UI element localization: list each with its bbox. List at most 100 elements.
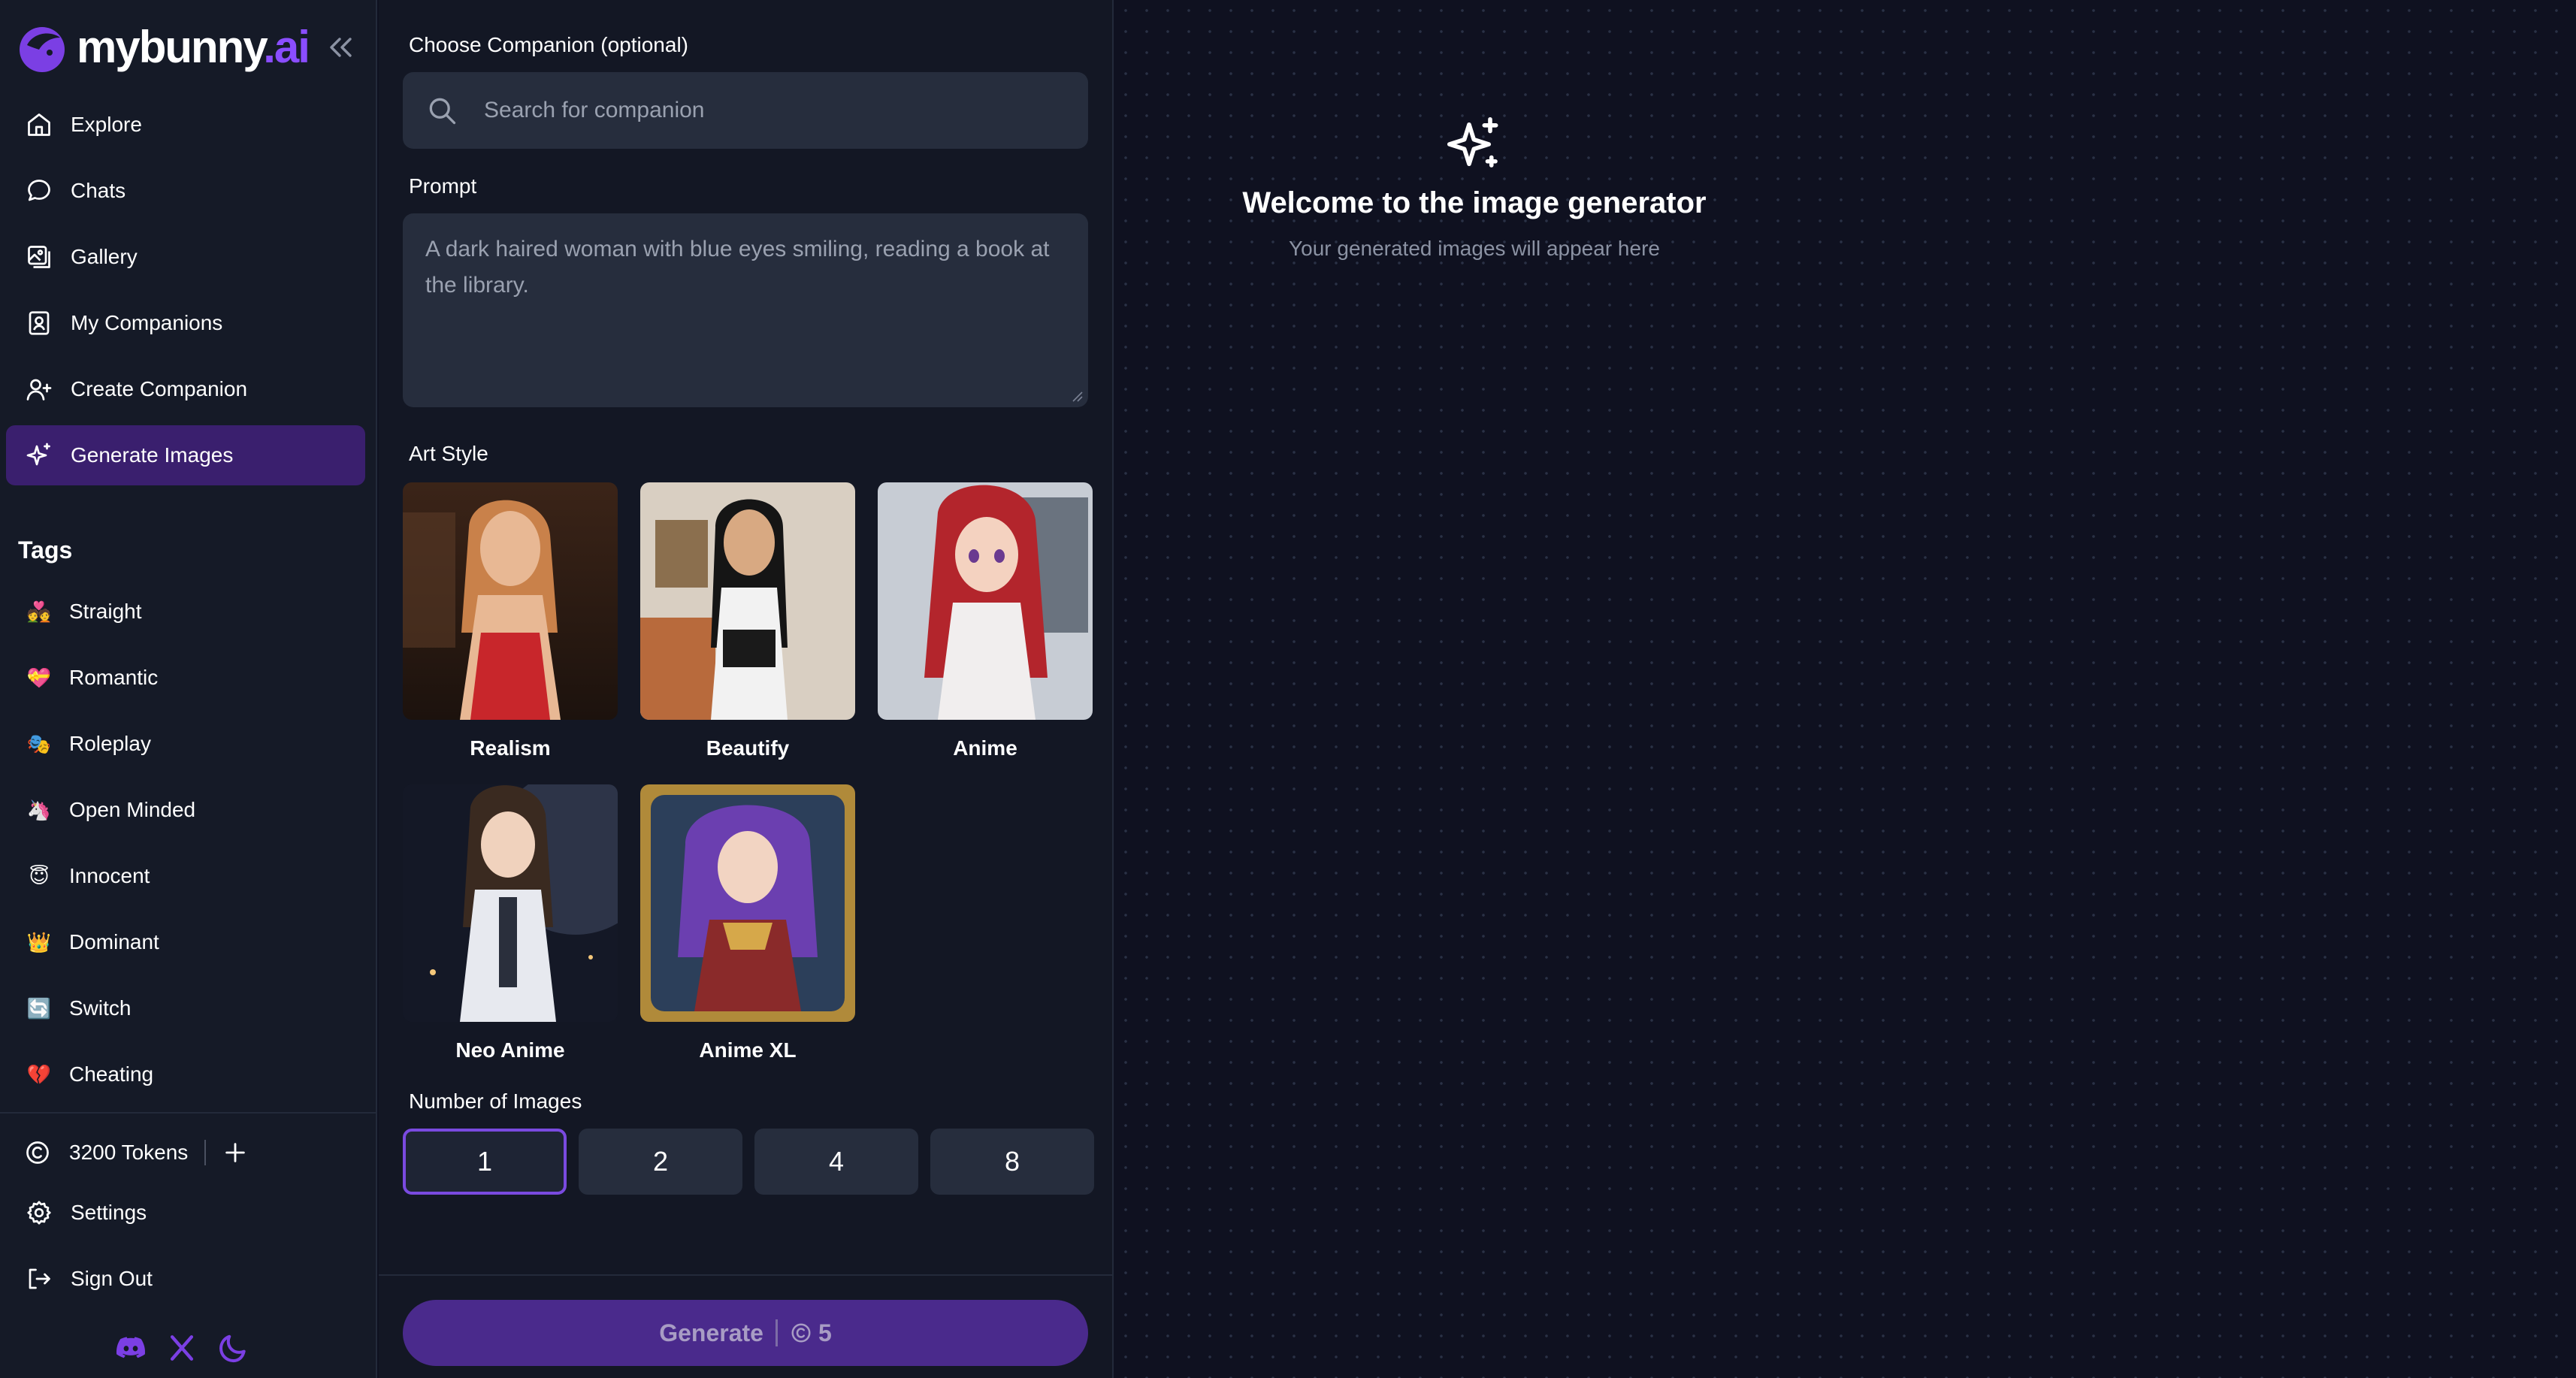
- style-thumbnail: [403, 482, 618, 720]
- sidebar: mybunny.ai Explore Chats Gallery My Comp…: [0, 0, 377, 1378]
- tag-list: 💑 Straight 💝 Romantic 🎭 Roleplay 🦄 Open …: [6, 582, 365, 1111]
- nav-label: My Companions: [71, 311, 223, 334]
- generate-separator: [775, 1319, 778, 1346]
- gear-icon: [27, 1201, 51, 1225]
- tag-label: Switch: [69, 996, 132, 1020]
- tag-label: Innocent: [69, 864, 150, 887]
- tokens-separator: [204, 1140, 207, 1165]
- nav-item-generate-images[interactable]: Generate Images: [6, 425, 365, 485]
- style-thumbnail: [878, 482, 1093, 720]
- tag-item-romantic[interactable]: 💝 Romantic: [6, 648, 365, 708]
- style-thumbnail: [403, 784, 618, 1022]
- coin-icon: [791, 1323, 811, 1343]
- main-nav: Explore Chats Gallery My Companions Crea…: [6, 95, 365, 491]
- nav-label: Create Companion: [71, 377, 248, 400]
- generate-label: Generate: [659, 1319, 763, 1346]
- tag-label: Straight: [69, 600, 142, 623]
- brand-wordmark: mybunny.ai: [77, 21, 310, 74]
- anime-xl-portrait-image: [640, 784, 855, 1022]
- style-card-anime[interactable]: Anime: [878, 482, 1093, 760]
- style-name: Anime: [953, 736, 1017, 760]
- style-name: Realism: [470, 736, 551, 760]
- brand-tld: .ai: [263, 22, 310, 72]
- neo-anime-portrait-image: [403, 784, 618, 1022]
- nav-item-gallery[interactable]: Gallery: [6, 227, 365, 287]
- nav-label: Generate Images: [71, 443, 234, 467]
- theater-masks-emoji-icon: 🎭: [26, 732, 52, 755]
- style-card-beautify[interactable]: Beautify: [640, 482, 855, 760]
- image-generator-form: Choose Companion (optional) Prompt A dar…: [379, 0, 1114, 1378]
- tag-label: Open Minded: [69, 798, 196, 821]
- tag-item-cheating[interactable]: 💔 Cheating: [6, 1044, 365, 1105]
- social-links: [114, 1331, 249, 1364]
- companion-label: Choose Companion (optional): [409, 33, 688, 56]
- sparkles-icon: [1447, 116, 1498, 168]
- prompt-textarea[interactable]: A dark haired woman with blue eyes smili…: [403, 213, 1088, 407]
- tag-item-roleplay[interactable]: 🎭 Roleplay: [6, 714, 365, 774]
- beautify-portrait-image: [640, 482, 855, 720]
- style-card-realism[interactable]: Realism: [403, 482, 618, 760]
- nav-label: Settings: [71, 1201, 147, 1224]
- brand-name: mybunny: [77, 22, 265, 72]
- sparkles-icon: [26, 443, 50, 466]
- tag-label: Cheating: [69, 1062, 154, 1086]
- generate-cost: 5: [818, 1319, 832, 1346]
- nav-item-sign-out[interactable]: Sign Out: [6, 1249, 365, 1309]
- dark-mode-moon-icon[interactable]: [216, 1331, 249, 1364]
- count-option-8[interactable]: 8: [930, 1129, 1094, 1195]
- sign-out-icon: [29, 1268, 50, 1289]
- cycle-arrows-emoji-icon: 🔄: [26, 996, 52, 1020]
- tag-item-switch[interactable]: 🔄 Switch: [6, 978, 365, 1038]
- resize-grip-icon[interactable]: [1070, 389, 1084, 403]
- companion-card-icon: [29, 311, 50, 335]
- style-name: Neo Anime: [455, 1038, 565, 1062]
- image-count-selector: 1 2 4 8: [403, 1129, 1094, 1195]
- bunny-logo-icon: [20, 27, 65, 72]
- tag-item-straight[interactable]: 💑 Straight: [6, 582, 365, 642]
- search-icon: [429, 98, 456, 125]
- prompt-placeholder: A dark haired woman with blue eyes smili…: [425, 237, 1050, 298]
- style-name: Beautify: [706, 736, 790, 760]
- style-thumbnail: [640, 784, 855, 1022]
- x-twitter-icon[interactable]: [165, 1331, 198, 1364]
- nav-item-settings[interactable]: Settings: [6, 1183, 365, 1243]
- tag-label: Romantic: [69, 666, 159, 689]
- tag-label: Dominant: [69, 930, 159, 953]
- logo[interactable]: mybunny.ai: [17, 21, 362, 74]
- style-name: Anime XL: [699, 1038, 797, 1062]
- collapse-sidebar-icon[interactable]: [323, 30, 358, 65]
- tags-heading: Tags: [18, 536, 73, 564]
- tag-item-innocent[interactable]: 😇 Innocent: [6, 846, 365, 906]
- form-divider: [379, 1274, 1114, 1276]
- halo-face-emoji-icon: 😇: [29, 864, 50, 887]
- discord-icon[interactable]: [114, 1331, 147, 1364]
- number-of-images-label: Number of Images: [409, 1089, 582, 1113]
- welcome-title: Welcome to the image generator: [1242, 186, 1707, 219]
- style-card-anime-xl[interactable]: Anime XL: [640, 784, 855, 1062]
- heart-gift-emoji-icon: 💝: [26, 666, 52, 689]
- style-card-neo-anime[interactable]: Neo Anime: [403, 784, 618, 1062]
- welcome-subtitle: Your generated images will appear here: [1289, 237, 1660, 260]
- user-plus-icon: [26, 379, 52, 400]
- preview-area: Welcome to the image generator Your gene…: [1115, 0, 2576, 1378]
- empty-state: Welcome to the image generator Your gene…: [1115, 113, 1834, 261]
- generate-button[interactable]: Generate 5: [403, 1300, 1088, 1366]
- count-option-4[interactable]: 4: [754, 1129, 918, 1195]
- crown-emoji-icon: 👑: [26, 930, 52, 953]
- tag-item-open-minded[interactable]: 🦄 Open Minded: [6, 780, 365, 840]
- add-tokens-icon[interactable]: [222, 1140, 248, 1165]
- companion-search[interactable]: [403, 72, 1088, 149]
- nav-item-explore[interactable]: Explore: [6, 95, 365, 155]
- companion-search-input[interactable]: [484, 98, 1088, 123]
- tokens-balance: 3200 Tokens: [69, 1141, 189, 1164]
- nav-label: Gallery: [71, 245, 138, 268]
- tag-label: Roleplay: [69, 732, 151, 755]
- unicorn-emoji-icon: 🦄: [26, 798, 52, 821]
- realism-portrait-image: [403, 482, 618, 720]
- nav-item-create-companion[interactable]: Create Companion: [6, 359, 365, 419]
- count-option-2[interactable]: 2: [579, 1129, 742, 1195]
- count-option-1[interactable]: 1: [403, 1129, 567, 1195]
- nav-item-my-companions[interactable]: My Companions: [6, 293, 365, 353]
- tag-item-dominant[interactable]: 👑 Dominant: [6, 912, 365, 972]
- nav-item-chats[interactable]: Chats: [6, 161, 365, 221]
